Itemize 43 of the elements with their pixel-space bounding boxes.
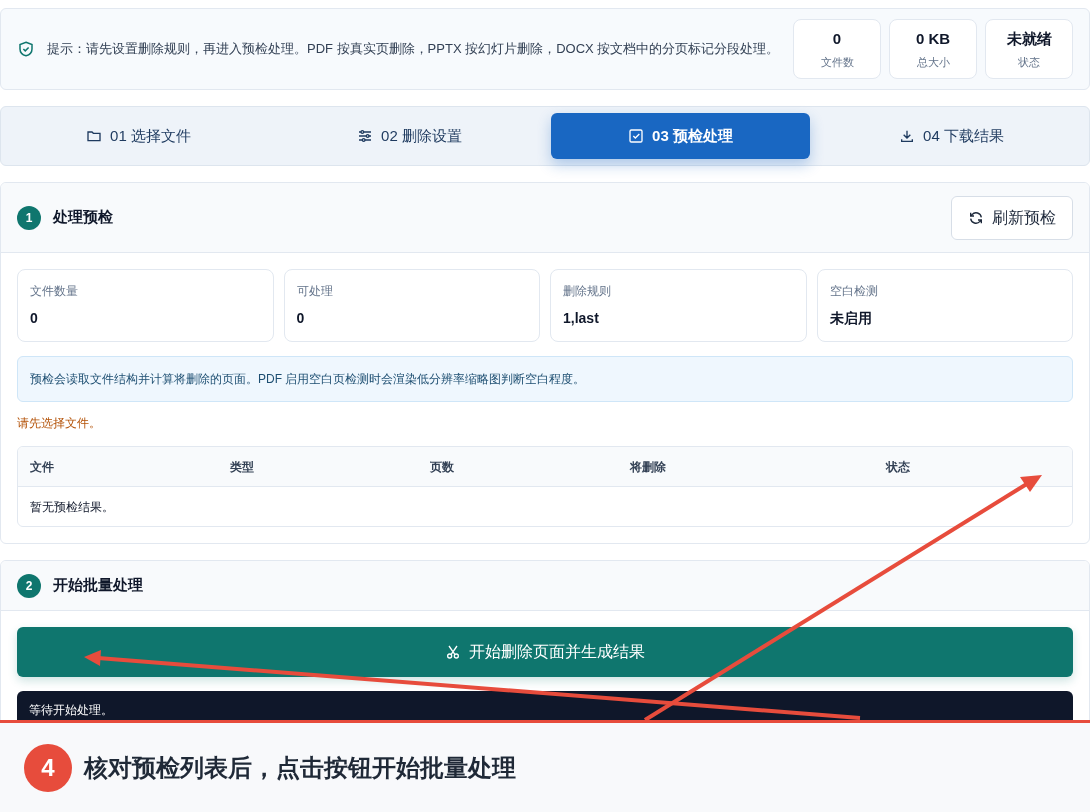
step-tab[interactable]: 02 删除设置 <box>280 113 539 159</box>
folder-icon <box>86 128 103 144</box>
column-header: 将删除 <box>630 458 667 476</box>
stat-value: 0 KB <box>915 28 951 49</box>
column-header: 类型 <box>230 458 255 476</box>
refresh-icon <box>968 209 984 226</box>
download-icon <box>899 128 916 144</box>
stat-label: 状态 <box>1018 55 1040 70</box>
step-tab[interactable]: 03 预检处理 <box>551 113 810 159</box>
step-tab[interactable]: 04 下载结果 <box>822 113 1081 159</box>
info-message: 预检会读取文件结构并计算将删除的页面。PDF 启用空白页检测时会渲染低分辨率缩略图判断空白程度。 <box>17 356 1073 402</box>
shield-check-icon <box>17 40 35 58</box>
column-header: 状态 <box>886 458 911 476</box>
section-title: 处理预检 <box>53 207 113 228</box>
metric-value: 0 <box>296 309 306 328</box>
metric-label: 空白检测 <box>829 283 879 300</box>
step-number-badge: 2 <box>17 573 41 598</box>
metric-value: 0 <box>30 309 39 328</box>
sliders-icon <box>357 128 374 144</box>
stat-label: 文件数 <box>820 55 854 70</box>
start-button[interactable]: 开始删除页面并生成结果 <box>17 627 1073 677</box>
refresh-button[interactable]: 刷新预检 <box>951 195 1073 240</box>
empty-message: 暂无预检结果。 <box>30 498 114 516</box>
step-number-badge: 4 <box>24 743 72 792</box>
warning-text: 请先选择文件。 <box>17 415 102 432</box>
notice-text: 提示：请先设置删除规则，再进入预检处理。PDF 按真实页删除，PPTX 按幻灯片删除，DOCX 按文档中的分页标记分段处理。 <box>47 40 781 58</box>
stat-label: 总大小 <box>916 55 950 70</box>
step-tab[interactable]: 01 选择文件 <box>9 113 268 159</box>
metric-label: 文件数量 <box>30 283 79 300</box>
metric-label: 可处理 <box>296 283 334 300</box>
section-title: 开始批量处理 <box>53 575 143 596</box>
column-header: 页数 <box>430 458 455 476</box>
stat-value: 0 <box>832 28 842 49</box>
scissors-icon <box>445 644 461 660</box>
metric-value: 未启用 <box>829 309 873 328</box>
stat-value: 未就绪 <box>1006 28 1052 49</box>
column-header: 文件 <box>30 458 55 476</box>
checkbox-icon <box>628 128 645 144</box>
metric-value: 1,last <box>563 309 600 328</box>
log-text: 等待开始处理。 <box>29 703 113 717</box>
step-number-badge: 1 <box>17 205 41 230</box>
caption-text: 核对预检列表后，点击按钮开始批量处理 <box>84 752 516 783</box>
metric-label: 删除规则 <box>563 283 612 300</box>
